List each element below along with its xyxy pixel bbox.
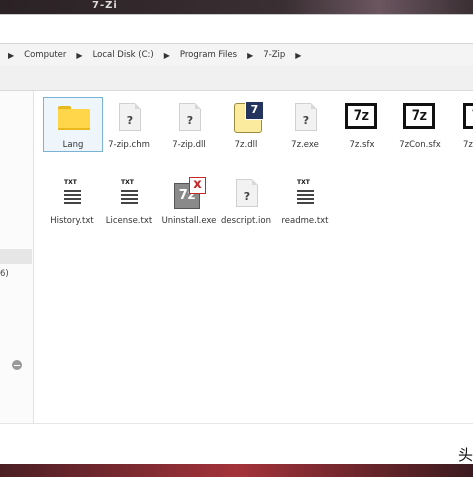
- file-item-history-txt[interactable]: TXT History.txt: [43, 174, 101, 226]
- file-item-lang[interactable]: Lang: [43, 97, 103, 152]
- window-title-fragment: 7-Zi: [92, 0, 118, 11]
- navigation-pane: 6): [0, 91, 34, 423]
- text-file-icon: TXT: [120, 179, 140, 206]
- text-file-icon: TXT: [296, 179, 316, 206]
- file-item-7zfm-exe[interactable]: 7z 7zFM.exe: [449, 98, 473, 150]
- file-item-7z-exe[interactable]: ? 7z.exe: [276, 98, 334, 150]
- collapse-icon[interactable]: [12, 360, 22, 370]
- breadcrumb-arrow-icon[interactable]: ▶: [243, 51, 257, 60]
- file-name: 7z.sfx: [349, 140, 375, 150]
- nav-selected-item[interactable]: [0, 249, 32, 264]
- breadcrumb-computer[interactable]: Computer: [18, 50, 72, 60]
- 7zip-dll-icon: 7: [228, 101, 264, 137]
- breadcrumb-arrow-icon[interactable]: ▶: [160, 51, 174, 60]
- file-item-7z-dll[interactable]: 7 7z.dll: [217, 98, 275, 150]
- uninstall-icon: 7z x: [171, 177, 207, 213]
- toolbar: [0, 66, 473, 91]
- corner-watermark-glyph: 头: [458, 446, 473, 464]
- 7zip-logo-icon: 7z: [463, 103, 473, 129]
- file-item-license-txt[interactable]: TXT License.txt: [100, 174, 158, 226]
- file-name: Lang: [62, 140, 84, 150]
- breadcrumb: ▶ Computer ▶ Local Disk (C:) ▶ Program F…: [4, 44, 305, 66]
- unknown-file-icon: ?: [295, 103, 317, 131]
- folder-icon: [58, 106, 90, 130]
- 7zip-logo-icon: 7z: [345, 103, 377, 129]
- file-name: License.txt: [105, 216, 153, 226]
- file-name: Uninstall.exe: [161, 216, 217, 226]
- file-explorer-window: ▶ Computer ▶ Local Disk (C:) ▶ Program F…: [0, 14, 473, 466]
- window-titlebar: [0, 15, 473, 43]
- file-name: 7z.exe: [291, 140, 319, 150]
- breadcrumb-arrow-icon[interactable]: ▶: [72, 51, 86, 60]
- breadcrumb-root-arrow-icon[interactable]: ▶: [4, 51, 18, 60]
- file-item-uninstall-exe[interactable]: 7z x Uninstall.exe: [160, 174, 218, 226]
- desktop-taskbar-strip: [0, 464, 473, 477]
- unknown-file-icon: ?: [119, 103, 141, 131]
- file-name: 7zCon.sfx: [399, 140, 441, 150]
- file-name: readme.txt: [281, 216, 329, 226]
- 7zip-logo-icon: 7z: [403, 103, 435, 129]
- breadcrumb-arrow-icon[interactable]: ▶: [291, 51, 305, 60]
- file-item-7zip-dll[interactable]: ? 7-zip.dll: [160, 98, 218, 150]
- file-name: 7z.dll: [234, 140, 258, 150]
- address-bar[interactable]: ▶ Computer ▶ Local Disk (C:) ▶ Program F…: [0, 43, 473, 67]
- nav-item-partial[interactable]: 6): [0, 269, 9, 279]
- file-item-7z-sfx[interactable]: 7z 7z.sfx: [333, 98, 391, 150]
- desktop-top-strip: 7-Zi: [0, 0, 473, 14]
- file-name: descript.ion: [221, 216, 271, 226]
- breadcrumb-local-disk[interactable]: Local Disk (C:): [87, 50, 160, 60]
- file-name: 7-zip.chm: [108, 140, 150, 150]
- file-name: 7zFM.exe: [463, 140, 473, 150]
- file-name: History.txt: [50, 216, 94, 226]
- file-name: 7-zip.dll: [172, 140, 206, 150]
- file-item-readme-txt[interactable]: TXT readme.txt: [276, 174, 334, 226]
- text-file-icon: TXT: [63, 179, 83, 206]
- file-list: Lang ? 7-zip.chm ? 7-zip.dll 7 7z.dll ?: [34, 91, 473, 423]
- unknown-file-icon: ?: [236, 179, 258, 207]
- breadcrumb-7zip[interactable]: 7-Zip: [257, 50, 291, 60]
- file-item-7zip-chm[interactable]: ? 7-zip.chm: [100, 98, 158, 150]
- breadcrumb-program-files[interactable]: Program Files: [174, 50, 243, 60]
- file-item-descript-ion[interactable]: ? descript.ion: [217, 174, 275, 226]
- file-item-7zcon-sfx[interactable]: 7z 7zCon.sfx: [391, 98, 449, 150]
- status-area: [0, 423, 473, 466]
- unknown-file-icon: ?: [179, 103, 201, 131]
